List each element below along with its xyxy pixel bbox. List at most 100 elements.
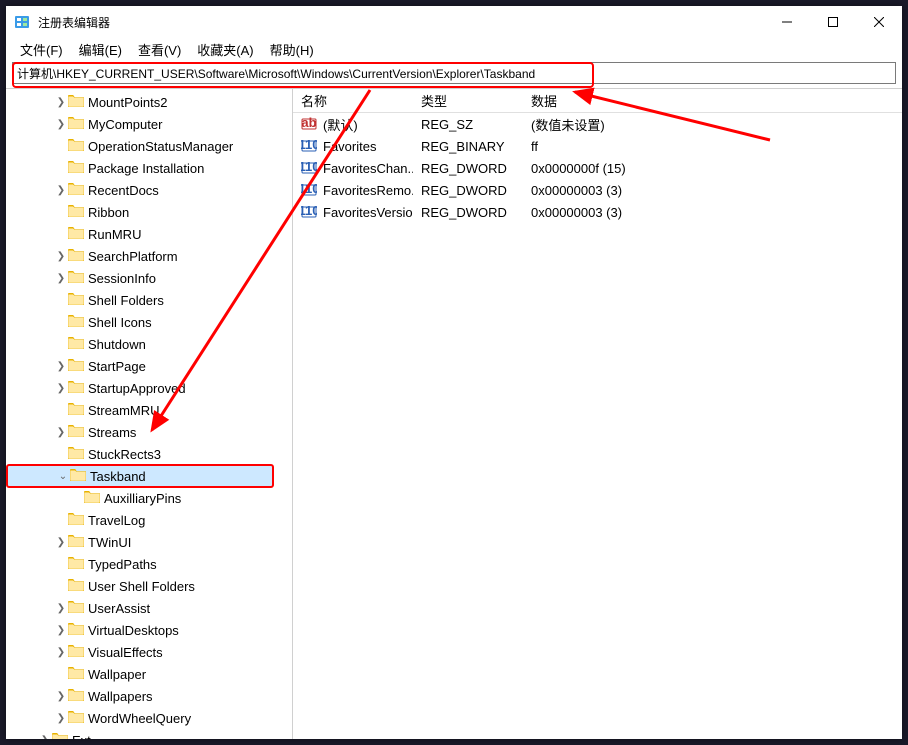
maximize-button[interactable] [810,6,856,38]
list-header: 名称 类型 数据 [293,89,902,113]
tree-item-shell-icons[interactable]: ❯Shell Icons [6,311,292,333]
value-row[interactable]: 110FavoritesChan...REG_DWORD0x0000000f (… [293,157,902,179]
svg-text:110: 110 [301,138,317,152]
chevron-icon[interactable]: ❯ [54,251,68,262]
folder-icon [68,402,88,418]
menubar: 文件(F) 编辑(E) 查看(V) 收藏夹(A) 帮助(H) [6,38,902,60]
folder-icon [68,644,88,660]
chevron-icon[interactable]: ❯ [54,273,68,284]
tree-item-label: TypedPaths [88,557,157,572]
tree-item-operationstatusmanager[interactable]: ❯OperationStatusManager [6,135,292,157]
chevron-icon[interactable]: ❯ [54,185,68,196]
tree-item-streammru[interactable]: ❯StreamMRU [6,399,292,421]
tree-item-searchplatform[interactable]: ❯SearchPlatform [6,245,292,267]
menu-help[interactable]: 帮助(H) [262,38,322,61]
tree-item-wordwheelquery[interactable]: ❯WordWheelQuery [6,707,292,729]
tree-item-virtualdesktops[interactable]: ❯VirtualDesktops [6,619,292,641]
col-header-type[interactable]: 类型 [413,91,523,110]
col-header-name[interactable]: 名称 [293,91,413,110]
folder-icon [68,358,88,374]
tree-item-ext[interactable]: ❯Ext [6,729,292,739]
tree-item-label: StreamMRU [88,403,160,418]
tree-item-auxilliarypins[interactable]: ❯AuxilliaryPins [6,487,292,509]
tree-item-label: MyComputer [88,117,162,132]
tree-item-recentdocs[interactable]: ❯ RecentDocs [6,179,292,201]
tree-item-travellog[interactable]: ❯TravelLog [6,509,292,531]
tree-item-shell-folders[interactable]: ❯Shell Folders [6,289,292,311]
menu-edit[interactable]: 编辑(E) [71,38,130,61]
titlebar: 注册表编辑器 [6,6,902,38]
tree-item-wallpaper[interactable]: ❯Wallpaper [6,663,292,685]
folder-icon [68,160,88,176]
value-row[interactable]: 110FavoritesRemo...REG_DWORD0x00000003 (… [293,179,902,201]
chevron-icon[interactable]: ❯ [54,603,68,614]
value-name-label: FavoritesRemo... [323,183,413,198]
tree-item-label: User Shell Folders [88,579,195,594]
registry-editor-window: 注册表编辑器 文件(F) 编辑(E) 查看(V) 收藏夹(A) 帮助(H) ❯M… [6,6,902,739]
chevron-icon[interactable]: ❯ [54,383,68,394]
folder-icon [68,622,88,638]
tree-item-visualeffects[interactable]: ❯VisualEffects [6,641,292,663]
tree-item-typedpaths[interactable]: ❯TypedPaths [6,553,292,575]
svg-text:110: 110 [301,204,317,218]
value-name-label: Favorites [323,139,376,154]
menu-view[interactable]: 查看(V) [130,38,189,61]
tree-item-stuckrects3[interactable]: ❯StuckRects3 [6,443,292,465]
tree-item-label: RecentDocs [88,183,159,198]
tree-item-label: Taskband [90,469,146,484]
chevron-icon[interactable]: ❯ [54,647,68,658]
value-name-cell: ab(默认) [293,115,413,134]
chevron-icon[interactable]: ❯ [54,97,68,108]
chevron-icon[interactable]: ❯ [38,735,52,740]
folder-icon [70,468,90,484]
folder-icon [68,446,88,462]
chevron-icon[interactable]: ❯ [54,625,68,636]
tree-item-runmru[interactable]: ❯RunMRU [6,223,292,245]
value-row[interactable]: 110FavoritesREG_BINARYff [293,135,902,157]
tree-item-mountpoints2[interactable]: ❯MountPoints2 [6,91,292,113]
chevron-icon[interactable]: ❯ [54,427,68,438]
addressbar-input[interactable] [12,62,896,84]
value-data-cell: 0x0000000f (15) [523,161,902,176]
window-title: 注册表编辑器 [38,14,764,31]
value-row[interactable]: 110FavoritesVersionREG_DWORD0x00000003 (… [293,201,902,223]
folder-icon [68,534,88,550]
tree-item-startpage[interactable]: ❯StartPage [6,355,292,377]
tree-item-userassist[interactable]: ❯UserAssist [6,597,292,619]
tree-pane[interactable]: ❯MountPoints2❯MyComputer❯OperationStatus… [6,89,293,739]
tree-item-mycomputer[interactable]: ❯ MyComputer [6,113,292,135]
tree-item-user-shell-folders[interactable]: ❯User Shell Folders [6,575,292,597]
addressbar-container [6,60,902,88]
tree-item-label: StuckRects3 [88,447,161,462]
chevron-icon[interactable]: ⌄ [56,471,70,482]
content-split: ❯MountPoints2❯MyComputer❯OperationStatus… [6,88,902,739]
menu-favorites[interactable]: 收藏夹(A) [189,38,261,61]
tree-item-wallpapers[interactable]: ❯Wallpapers [6,685,292,707]
tree-item-package-installation[interactable]: ❯Package Installation [6,157,292,179]
tree-item-twinui[interactable]: ❯TWinUI [6,531,292,553]
chevron-icon[interactable]: ❯ [54,119,68,130]
tree-item-streams[interactable]: ❯Streams [6,421,292,443]
chevron-icon[interactable]: ❯ [54,537,68,548]
svg-text:ab: ab [301,116,316,130]
close-button[interactable] [856,6,902,38]
tree-item-taskband[interactable]: ⌄ Taskband [6,464,274,488]
tree-item-shutdown[interactable]: ❯Shutdown [6,333,292,355]
folder-icon [68,314,88,330]
chevron-icon[interactable]: ❯ [54,713,68,724]
tree-item-sessioninfo[interactable]: ❯SessionInfo [6,267,292,289]
tree-item-ribbon[interactable]: ❯Ribbon [6,201,292,223]
folder-icon [68,182,88,198]
tree-item-startupapproved[interactable]: ❯StartupApproved [6,377,292,399]
chevron-icon[interactable]: ❯ [54,691,68,702]
value-data-cell: ff [523,139,902,154]
value-row[interactable]: ab(默认)REG_SZ(数值未设置) [293,113,902,135]
col-header-data[interactable]: 数据 [523,91,902,110]
value-name-cell: 110FavoritesChan... [293,160,413,176]
minimize-button[interactable] [764,6,810,38]
menu-file[interactable]: 文件(F) [12,38,71,61]
chevron-icon[interactable]: ❯ [54,361,68,372]
tree-item-label: OperationStatusManager [88,139,233,154]
folder-icon [68,226,88,242]
folder-icon [68,380,88,396]
